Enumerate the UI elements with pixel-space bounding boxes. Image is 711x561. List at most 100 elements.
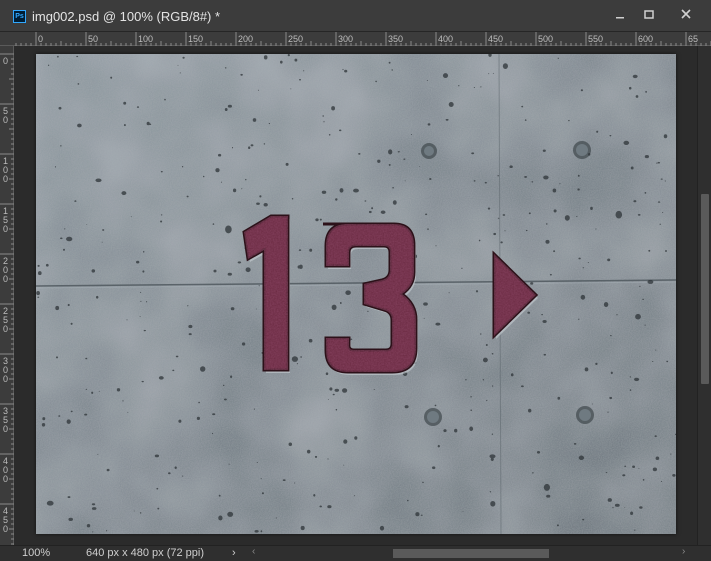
- concrete-pit: [648, 249, 651, 252]
- concrete-pit: [660, 480, 663, 483]
- concrete-pit: [91, 503, 96, 506]
- concrete-pit: [160, 220, 163, 223]
- concrete-pit: [578, 318, 580, 320]
- concrete-pit: [110, 76, 113, 79]
- concrete-pit: [559, 183, 561, 185]
- scroll-right-arrow[interactable]: ›: [682, 546, 685, 557]
- concrete-pit: [296, 363, 299, 365]
- concrete-pit: [282, 479, 286, 482]
- concrete-pit: [126, 319, 128, 321]
- concrete-pit: [657, 161, 661, 164]
- concrete-pit: [106, 468, 110, 472]
- concrete-pit: [665, 250, 667, 252]
- concrete-pit: [228, 463, 230, 465]
- concrete-pit: [637, 214, 641, 216]
- concrete-pit: [211, 432, 214, 435]
- maximize-button[interactable]: [635, 4, 663, 26]
- concrete-pit: [426, 228, 430, 230]
- concrete-pit: [610, 334, 612, 337]
- status-menu-arrow[interactable]: ›: [232, 547, 236, 559]
- concrete-pit: [609, 134, 612, 137]
- vertical-ruler[interactable]: 050100150200250300350400450: [0, 46, 14, 545]
- ruler-label: 65: [688, 34, 698, 44]
- concrete-pit: [252, 118, 257, 122]
- document-title[interactable]: img002.psd @ 100% (RGB/8#) *: [32, 9, 220, 24]
- concrete-pit: [645, 91, 648, 93]
- concrete-pit: [415, 512, 420, 517]
- concrete-pit: [212, 413, 216, 416]
- concrete-pit: [263, 143, 266, 145]
- concrete-pit: [325, 372, 329, 376]
- concrete-pit: [300, 356, 302, 358]
- concrete-pit: [664, 180, 666, 182]
- concrete-pit: [182, 56, 185, 59]
- concrete-pit: [478, 239, 481, 242]
- concrete-pit: [580, 294, 586, 300]
- concrete-pit: [543, 483, 551, 491]
- concrete-pit: [245, 178, 247, 181]
- concrete-pit: [577, 174, 580, 177]
- concrete-pit: [342, 68, 344, 71]
- concrete-pit: [482, 379, 485, 381]
- concrete-pit: [434, 404, 437, 407]
- concrete-pit: [294, 482, 296, 484]
- concrete-pit: [342, 388, 348, 393]
- concrete-pit: [652, 467, 658, 472]
- concrete-pit: [260, 478, 262, 480]
- concrete-pit: [634, 529, 636, 531]
- minimize-icon: [616, 17, 624, 19]
- concrete-pit: [525, 229, 528, 232]
- concrete-pit: [143, 329, 146, 332]
- concrete-pit: [241, 188, 243, 190]
- concrete-pit: [343, 464, 345, 466]
- concrete-pit: [77, 83, 80, 85]
- concrete-pit: [660, 178, 663, 180]
- concrete-pit: [644, 324, 646, 326]
- concrete-pit: [179, 72, 181, 74]
- concrete-pit: [422, 481, 424, 484]
- concrete-pit: [490, 457, 494, 462]
- ruler-label: 200: [238, 34, 253, 44]
- concrete-pit: [158, 376, 164, 380]
- concrete-pit: [260, 530, 263, 533]
- concrete-pit: [241, 342, 246, 346]
- concrete-pit: [196, 416, 200, 421]
- concrete-pit: [607, 498, 612, 502]
- document-canvas[interactable]: [14, 46, 697, 545]
- horizontal-scroll-thumb[interactable]: [393, 549, 549, 558]
- close-button[interactable]: [672, 4, 700, 26]
- vertical-scroll-thumb[interactable]: [701, 194, 709, 384]
- concrete-pit: [287, 53, 290, 57]
- concrete-pit: [490, 500, 496, 507]
- concrete-pit: [59, 237, 63, 240]
- zoom-level[interactable]: 100%: [22, 547, 50, 559]
- concrete-pit: [102, 229, 105, 231]
- scroll-left-arrow[interactable]: ‹: [252, 546, 255, 557]
- concrete-pit: [543, 175, 549, 180]
- horizontal-ruler[interactable]: 0 50 100 150 200 250 300 350 400 450 500 550 600 65: [0, 32, 711, 46]
- concrete-pit: [97, 453, 99, 455]
- concrete-pit: [532, 472, 534, 474]
- concrete-pit: [217, 153, 222, 157]
- horizontal-scrollbar[interactable]: ‹ ›: [250, 546, 696, 560]
- concrete-pit: [633, 200, 637, 203]
- concrete-pit: [177, 64, 179, 66]
- concrete-pit: [101, 241, 103, 243]
- concrete-pit: [657, 201, 661, 203]
- concrete-pit: [139, 512, 142, 514]
- concrete-pit: [485, 343, 488, 347]
- ruler-label: 0: [3, 374, 8, 384]
- concrete-pit: [427, 123, 431, 126]
- concrete-pit: [521, 105, 524, 108]
- concrete-pit: [531, 181, 534, 183]
- concrete-pit: [140, 300, 142, 302]
- vertical-scrollbar[interactable]: [697, 46, 711, 545]
- concrete-pit: [156, 487, 159, 490]
- concrete-pit: [339, 302, 342, 304]
- vertical-ruler-ticks: 050100150200250300350400450: [0, 53, 14, 545]
- concrete-pit: [445, 118, 449, 121]
- concrete-pit: [623, 140, 630, 145]
- concrete-pit: [67, 496, 71, 499]
- minimize-button[interactable]: [606, 4, 634, 26]
- concrete-pit: [46, 500, 54, 506]
